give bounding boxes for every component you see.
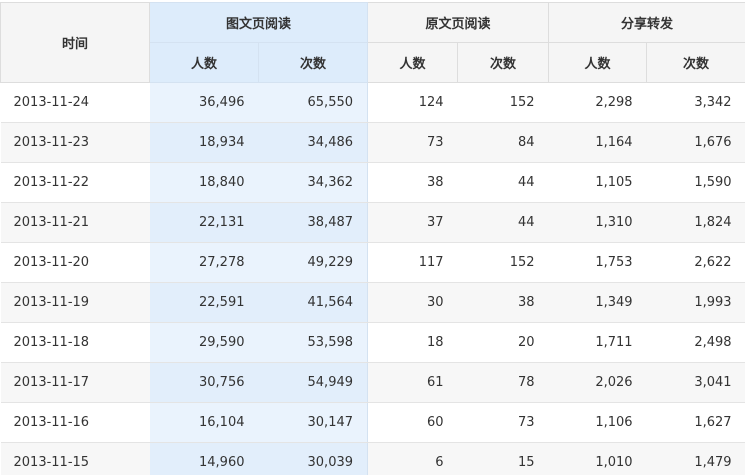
table-row: 2013-11-15 14,960 30,039 6 15 1,010 1,47…: [0, 442, 745, 475]
cell-date: 2013-11-16: [0, 402, 150, 443]
table-row: 2013-11-24 36,496 65,550 124 152 2,298 3…: [0, 82, 745, 123]
table-row: 2013-11-22 18,840 34,362 38 44 1,105 1,5…: [0, 162, 745, 203]
cell-share-count: 2,498: [646, 322, 745, 363]
cell-original-users: 61: [367, 362, 458, 403]
cell-date: 2013-11-15: [0, 442, 150, 475]
stats-table: 时间 图文页阅读 原文页阅读 分享转发 人数 次数 人数 次数 人数 次数 20…: [0, 2, 745, 475]
table-header: 时间 图文页阅读 原文页阅读 分享转发 人数 次数 人数 次数 人数 次数: [0, 2, 745, 83]
table-row: 2013-11-18 29,590 53,598 18 20 1,711 2,4…: [0, 322, 745, 363]
cell-original-users: 117: [367, 242, 458, 283]
col-header-share-count[interactable]: 次数: [646, 42, 745, 83]
cell-article-users: 29,590: [149, 322, 259, 363]
cell-date: 2013-11-21: [0, 202, 150, 243]
cell-share-count: 1,479: [646, 442, 745, 475]
cell-original-count: 73: [457, 402, 549, 443]
cell-article-count: 34,362: [258, 162, 369, 203]
cell-article-count: 30,039: [258, 442, 369, 475]
table-row: 2013-11-23 18,934 34,486 73 84 1,164 1,6…: [0, 122, 745, 163]
cell-article-count: 38,487: [258, 202, 369, 243]
cell-share-count: 1,993: [646, 282, 745, 323]
table-row: 2013-11-21 22,131 38,487 37 44 1,310 1,8…: [0, 202, 745, 243]
cell-share-users: 1,010: [548, 442, 647, 475]
cell-share-users: 2,298: [548, 82, 647, 123]
cell-share-users: 1,349: [548, 282, 647, 323]
cell-share-users: 1,164: [548, 122, 647, 163]
cell-original-count: 44: [457, 162, 549, 203]
cell-share-count: 1,676: [646, 122, 745, 163]
cell-original-count: 152: [457, 82, 549, 123]
cell-original-users: 30: [367, 282, 458, 323]
cell-original-count: 20: [457, 322, 549, 363]
col-header-original-count[interactable]: 次数: [457, 42, 550, 83]
cell-share-users: 2,026: [548, 362, 647, 403]
col-group-article-read[interactable]: 图文页阅读: [148, 2, 369, 43]
cell-original-users: 124: [367, 82, 458, 123]
cell-original-users: 38: [367, 162, 458, 203]
col-header-time[interactable]: 时间: [0, 2, 150, 83]
cell-article-count: 54,949: [258, 362, 369, 403]
cell-original-count: 38: [457, 282, 549, 323]
cell-original-count: 78: [457, 362, 549, 403]
col-header-article-users[interactable]: 人数: [149, 42, 259, 83]
col-header-article-count[interactable]: 次数: [257, 42, 369, 83]
cell-original-users: 18: [367, 322, 458, 363]
cell-article-count: 53,598: [258, 322, 369, 363]
cell-article-users: 22,131: [149, 202, 259, 243]
cell-date: 2013-11-18: [0, 322, 150, 363]
cell-article-count: 65,550: [258, 82, 369, 123]
cell-share-count: 1,627: [646, 402, 745, 443]
cell-date: 2013-11-23: [0, 122, 150, 163]
cell-date: 2013-11-17: [0, 362, 150, 403]
cell-article-count: 49,229: [258, 242, 369, 283]
cell-original-count: 152: [457, 242, 549, 283]
table-row: 2013-11-16 16,104 30,147 60 73 1,106 1,6…: [0, 402, 745, 443]
cell-date: 2013-11-22: [0, 162, 150, 203]
cell-original-users: 73: [367, 122, 458, 163]
col-header-share-users[interactable]: 人数: [548, 42, 648, 83]
cell-article-users: 14,960: [149, 442, 259, 475]
cell-original-users: 37: [367, 202, 458, 243]
cell-share-count: 3,342: [646, 82, 745, 123]
cell-article-users: 36,496: [149, 82, 259, 123]
cell-share-count: 2,622: [646, 242, 745, 283]
cell-date: 2013-11-24: [0, 82, 150, 123]
cell-article-users: 27,278: [149, 242, 259, 283]
cell-share-count: 1,590: [646, 162, 745, 203]
cell-share-count: 1,824: [646, 202, 745, 243]
cell-date: 2013-11-19: [0, 282, 150, 323]
col-group-original-read[interactable]: 原文页阅读: [367, 2, 550, 43]
cell-article-users: 18,934: [149, 122, 259, 163]
table-body: 2013-11-24 36,496 65,550 124 152 2,298 3…: [0, 82, 745, 475]
cell-article-users: 30,756: [149, 362, 259, 403]
col-header-original-users[interactable]: 人数: [367, 42, 459, 83]
cell-share-users: 1,105: [548, 162, 647, 203]
cell-article-users: 22,591: [149, 282, 259, 323]
cell-share-count: 3,041: [646, 362, 745, 403]
cell-share-users: 1,711: [548, 322, 647, 363]
cell-article-count: 34,486: [258, 122, 369, 163]
cell-article-users: 16,104: [149, 402, 259, 443]
cell-share-users: 1,753: [548, 242, 647, 283]
table-row: 2013-11-17 30,756 54,949 61 78 2,026 3,0…: [0, 362, 745, 403]
cell-original-count: 44: [457, 202, 549, 243]
table-row: 2013-11-20 27,278 49,229 117 152 1,753 2…: [0, 242, 745, 283]
cell-original-users: 6: [367, 442, 458, 475]
cell-share-users: 1,310: [548, 202, 647, 243]
stats-table-container: 时间 图文页阅读 原文页阅读 分享转发 人数 次数 人数 次数 人数 次数 20…: [0, 0, 745, 475]
cell-article-count: 41,564: [258, 282, 369, 323]
cell-article-users: 18,840: [149, 162, 259, 203]
col-group-share[interactable]: 分享转发: [548, 2, 745, 43]
cell-original-count: 84: [457, 122, 549, 163]
cell-date: 2013-11-20: [0, 242, 150, 283]
cell-article-count: 30,147: [258, 402, 369, 443]
cell-original-users: 60: [367, 402, 458, 443]
cell-original-count: 15: [457, 442, 549, 475]
table-row: 2013-11-19 22,591 41,564 30 38 1,349 1,9…: [0, 282, 745, 323]
cell-share-users: 1,106: [548, 402, 647, 443]
